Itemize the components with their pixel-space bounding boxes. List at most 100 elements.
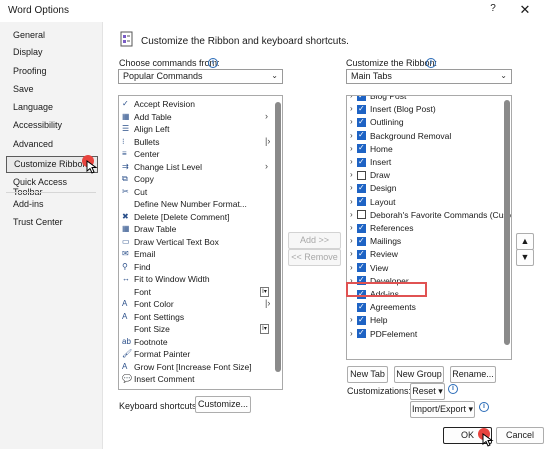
expand-chevron-icon[interactable]: ›	[350, 249, 353, 258]
tab-checkbox[interactable]	[357, 262, 366, 273]
cancel-button[interactable]: Cancel	[496, 427, 544, 444]
new-tab-button[interactable]: New Tab	[347, 366, 388, 383]
nav-item-add-ins[interactable]: Add-ins	[6, 197, 98, 214]
help-button[interactable]: ?	[484, 3, 502, 19]
ribbon-tab-home[interactable]: › Home	[347, 143, 511, 156]
expand-chevron-icon[interactable]: ›	[350, 223, 353, 232]
ribbon-tab-mailings[interactable]: › Mailings	[347, 235, 511, 248]
expand-chevron-icon[interactable]: ›	[350, 183, 353, 192]
tab-checkbox[interactable]	[357, 315, 366, 325]
command-item[interactable]: ⚲ Find	[119, 261, 282, 274]
expand-chevron-icon[interactable]: ›	[350, 104, 353, 113]
tab-checkbox[interactable]	[357, 236, 366, 246]
ribbon-tab-deborah-s-favorite-commands-custo[interactable]: › Deborah's Favorite Commands (Custo	[347, 209, 511, 222]
command-item[interactable]: ⁝ Bullets |›	[119, 136, 282, 149]
ribbon-tab-background-removal[interactable]: › Background Removal	[347, 130, 511, 143]
command-item[interactable]: A Font Settings	[119, 311, 282, 324]
tab-checkbox[interactable]	[357, 302, 366, 312]
command-item[interactable]: A Grow Font [Increase Font Size]	[119, 361, 282, 374]
customize-shortcuts-button[interactable]: Customize...	[195, 396, 251, 413]
expand-chevron-icon[interactable]: ›	[350, 170, 353, 179]
add-button[interactable]: Add >>	[288, 232, 341, 249]
ribbon-tab-insert-blog-post[interactable]: › Insert (Blog Post)	[347, 103, 511, 116]
expand-chevron-icon[interactable]: ›	[350, 157, 353, 166]
expand-chevron-icon[interactable]: ›	[350, 210, 353, 219]
command-item[interactable]: ✉ Email	[119, 248, 282, 261]
command-item[interactable]: Define New Number Format...	[119, 198, 282, 211]
command-item[interactable]: ↔ Fit to Window Width	[119, 273, 282, 286]
ribbon-tab-layout[interactable]: › Layout	[347, 196, 511, 209]
nav-item-display[interactable]: Display	[6, 45, 98, 62]
nav-item-accessibility[interactable]: Accessibility	[6, 118, 98, 135]
tab-checkbox[interactable]	[357, 143, 366, 154]
nav-item-proofing[interactable]: Proofing	[6, 64, 98, 81]
nav-item-trust-center[interactable]: Trust Center	[6, 215, 98, 232]
choose-commands-dropdown[interactable]: Popular Commands ⌄	[118, 69, 283, 84]
expand-chevron-icon[interactable]: ›	[350, 329, 353, 338]
expand-chevron-icon[interactable]: ›	[350, 315, 353, 324]
commands-scrollbar[interactable]	[274, 96, 282, 389]
nav-item-general[interactable]: General	[6, 28, 98, 45]
customize-ribbon-dropdown[interactable]: Main Tabs ⌄	[346, 69, 512, 84]
new-group-button[interactable]: New Group	[394, 366, 444, 383]
expand-chevron-icon[interactable]: ›	[350, 263, 353, 272]
ribbon-tab-references[interactable]: › References	[347, 222, 511, 235]
expand-chevron-icon[interactable]: ›	[350, 96, 353, 100]
tab-checkbox[interactable]	[357, 96, 366, 101]
ribbon-tab-pdfelement[interactable]: › PDFelement	[347, 328, 511, 341]
command-item[interactable]: ⧉ Copy	[119, 173, 282, 186]
move-up-button[interactable]: ▲	[516, 233, 534, 250]
scroll-thumb[interactable]	[275, 102, 281, 372]
ribbon-tab-view[interactable]: › View	[347, 262, 511, 275]
command-item[interactable]: ⇉ Change List Level ›	[119, 161, 282, 174]
command-item[interactable]: ✂ Cut	[119, 186, 282, 199]
expand-chevron-icon[interactable]: ›	[350, 236, 353, 245]
tab-checkbox[interactable]	[357, 328, 366, 339]
commands-list[interactable]: ✓ Accept Revision ▦ Add Table › ☰ Align Left ⁝ B…	[118, 95, 283, 390]
command-item[interactable]: 💬 Insert Comment	[119, 373, 282, 386]
expand-chevron-icon[interactable]: ›	[350, 117, 353, 126]
command-item[interactable]: A Font Color |›	[119, 298, 282, 311]
nav-item-save[interactable]: Save	[6, 82, 98, 99]
command-item[interactable]: ▦ Add Table ›	[119, 111, 282, 124]
ribbon-tab-outlining[interactable]: › Outlining	[347, 116, 511, 129]
tab-checkbox[interactable]	[357, 183, 366, 193]
import-export-button[interactable]: Import/Export ▾	[410, 401, 475, 418]
tab-checkbox[interactable]	[357, 170, 366, 180]
info-icon[interactable]: i	[479, 402, 489, 412]
ribbon-tab-help[interactable]: › Help	[347, 314, 511, 327]
scroll-thumb[interactable]	[504, 100, 510, 345]
command-item[interactable]: Font Size I▾	[119, 323, 282, 336]
command-item[interactable]: ab Footnote	[119, 336, 282, 349]
ribbon-tabs-tree[interactable]: ›Blog Post›Insert (Blog Post)›Outlining›…	[346, 95, 512, 360]
remove-button[interactable]: << Remove	[288, 249, 341, 266]
info-icon[interactable]: i	[448, 384, 458, 394]
command-item[interactable]: ▦ Draw Table	[119, 223, 282, 236]
command-item[interactable]: Font I▾	[119, 286, 282, 299]
command-item[interactable]: ▭ Draw Vertical Text Box	[119, 236, 282, 249]
tab-checkbox[interactable]	[357, 117, 366, 127]
tab-checkbox[interactable]	[357, 157, 366, 167]
tabs-scrollbar[interactable]	[503, 96, 511, 359]
ribbon-tab-agreements[interactable]: Agreements	[347, 301, 511, 314]
info-icon[interactable]: i	[426, 58, 436, 68]
ribbon-tab-design[interactable]: › Design	[347, 182, 511, 195]
expand-chevron-icon[interactable]: ›	[350, 197, 353, 206]
expand-chevron-icon[interactable]: ›	[350, 144, 353, 153]
tab-checkbox[interactable]	[357, 210, 366, 220]
tab-checkbox[interactable]	[357, 130, 366, 141]
info-icon[interactable]: i	[208, 58, 218, 68]
tab-checkbox[interactable]	[357, 249, 366, 259]
command-item[interactable]: ✖ Delete [Delete Comment]	[119, 211, 282, 224]
command-item[interactable]: ≡ Center	[119, 148, 282, 161]
close-button[interactable]: ✕	[514, 2, 536, 20]
rename-button[interactable]: Rename...	[450, 366, 496, 383]
reset-button[interactable]: Reset ▾	[410, 383, 445, 400]
command-item[interactable]: ☰ Align Left	[119, 123, 282, 136]
ribbon-tab-insert[interactable]: › Insert	[347, 156, 511, 169]
command-item[interactable]: ✓ Accept Revision	[119, 98, 282, 111]
expand-chevron-icon[interactable]: ›	[350, 131, 353, 140]
ribbon-tab-blog-post[interactable]: › Blog Post	[347, 96, 511, 103]
tab-checkbox[interactable]	[357, 104, 366, 114]
nav-item-language[interactable]: Language	[6, 100, 98, 117]
